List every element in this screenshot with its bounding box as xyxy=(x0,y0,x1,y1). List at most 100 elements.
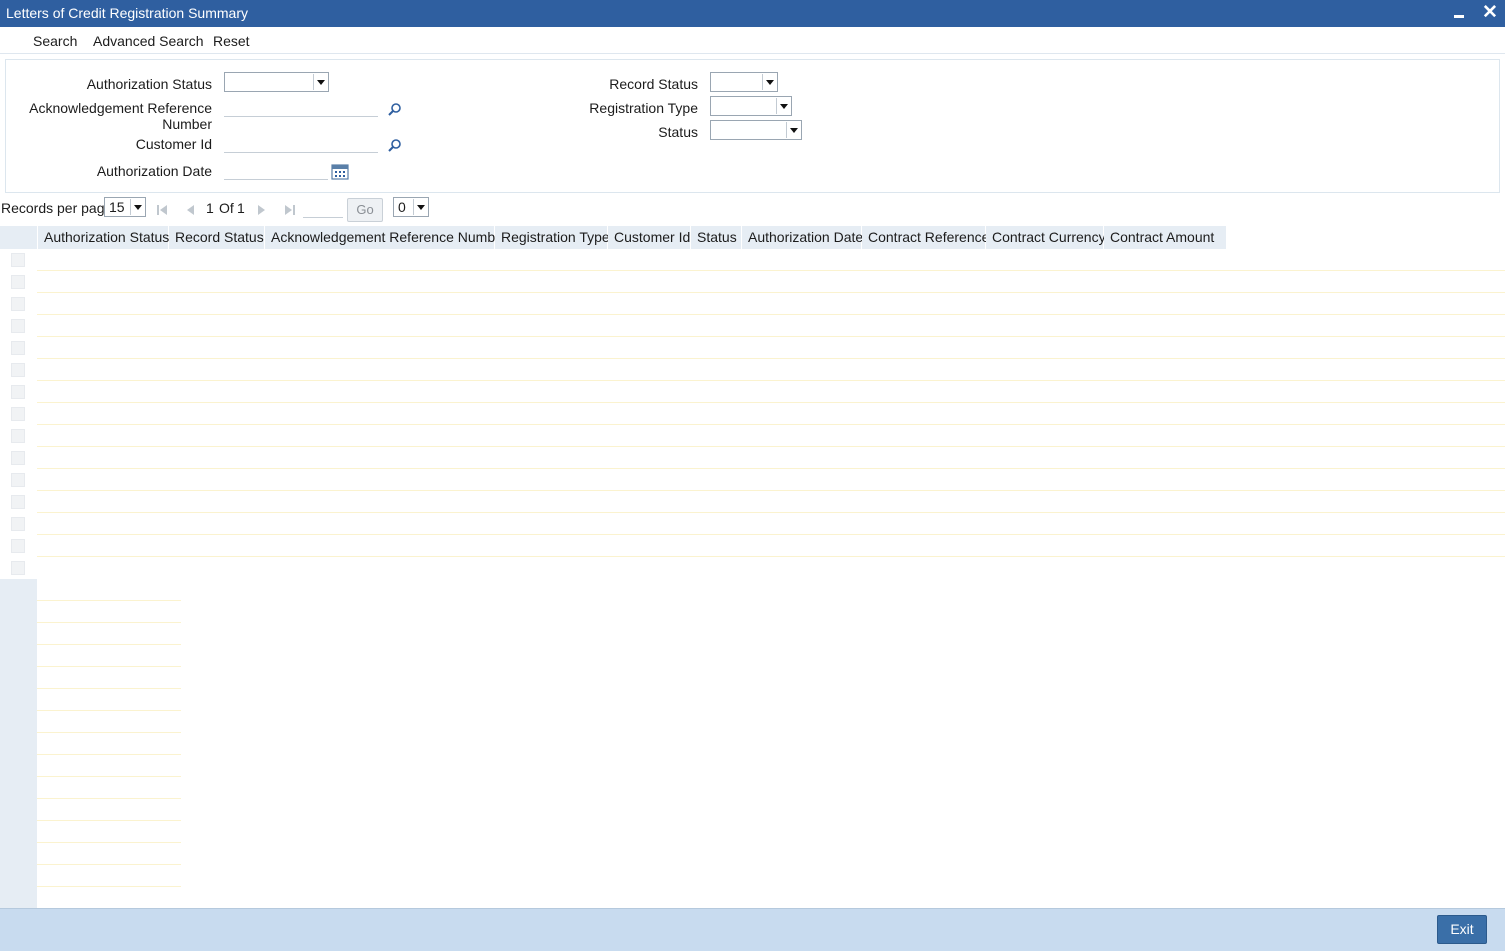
footer-bar: Exit xyxy=(0,908,1505,951)
row-checkbox[interactable] xyxy=(11,429,25,443)
table-row[interactable] xyxy=(0,315,1505,337)
ack-ref-number-label-line2: Number xyxy=(162,116,212,132)
authorization-date-input[interactable] xyxy=(224,160,328,180)
table-row[interactable] xyxy=(0,513,1505,535)
column-header-contract-amount[interactable]: Contract Amount xyxy=(1104,226,1227,249)
filler-line xyxy=(37,622,181,623)
column-header-record-status[interactable]: Record Status xyxy=(169,226,265,249)
page-of: Of xyxy=(219,200,234,216)
table-row[interactable] xyxy=(0,535,1505,557)
ack-ref-number-label-line1: Acknowledgement Reference xyxy=(29,100,212,116)
column-header-customer-id[interactable]: Customer Id xyxy=(608,226,691,249)
authorization-status-label: Authorization Status xyxy=(86,76,212,92)
exit-button[interactable]: Exit xyxy=(1437,915,1487,944)
table-row[interactable] xyxy=(0,425,1505,447)
customer-id-label: Customer Id xyxy=(135,136,212,152)
row-checkbox[interactable] xyxy=(11,517,25,531)
row-checkbox[interactable] xyxy=(11,407,25,421)
chevron-down-icon xyxy=(786,122,800,138)
chevron-down-icon xyxy=(313,74,327,90)
table-row[interactable] xyxy=(0,447,1505,469)
filler-line xyxy=(37,820,181,821)
filler-line xyxy=(37,864,181,865)
row-checkbox[interactable] xyxy=(11,495,25,509)
records-per-page-select[interactable]: 15 xyxy=(104,197,146,217)
table-row[interactable] xyxy=(0,271,1505,293)
row-checkbox[interactable] xyxy=(11,253,25,267)
filler-line xyxy=(37,666,181,667)
customer-id-input[interactable] xyxy=(224,133,378,153)
search-button[interactable]: Search xyxy=(33,33,77,49)
registration-type-label: Registration Type xyxy=(589,100,698,116)
table-row[interactable] xyxy=(0,293,1505,315)
previous-page-icon[interactable] xyxy=(184,204,196,216)
filler-line xyxy=(37,798,181,799)
close-icon[interactable]: ✕ xyxy=(1479,3,1501,23)
status-select[interactable] xyxy=(710,120,802,140)
column-header-contract-reference[interactable]: Contract Reference xyxy=(862,226,989,249)
row-checkbox[interactable] xyxy=(11,385,25,399)
select-all-column[interactable] xyxy=(0,226,38,249)
chevron-down-icon xyxy=(413,199,427,215)
page-current: 1 xyxy=(206,200,214,216)
table-row[interactable] xyxy=(0,249,1505,271)
column-header-contract-currency[interactable]: Contract Currency xyxy=(986,226,1106,249)
row-checkbox[interactable] xyxy=(11,363,25,377)
toolbar: Search Advanced Search Reset xyxy=(0,27,1505,54)
minimize-icon[interactable] xyxy=(1448,3,1470,23)
first-page-icon[interactable] xyxy=(156,204,168,216)
table-row[interactable] xyxy=(0,381,1505,403)
last-page-icon[interactable] xyxy=(284,204,296,216)
table-row[interactable] xyxy=(0,469,1505,491)
authorization-date-label: Authorization Date xyxy=(96,163,212,179)
ack-ref-number-input[interactable] xyxy=(224,97,378,117)
window-titlebar: Letters of Credit Registration Summary ✕ xyxy=(0,0,1505,27)
next-page-icon[interactable] xyxy=(256,204,268,216)
record-status-select[interactable] xyxy=(710,72,778,92)
chevron-down-icon xyxy=(776,98,790,114)
authorization-status-select[interactable] xyxy=(224,72,329,92)
calendar-icon[interactable] xyxy=(331,164,349,180)
table-row[interactable] xyxy=(0,491,1505,513)
reset-button[interactable]: Reset xyxy=(213,33,250,49)
registration-type-select[interactable] xyxy=(710,96,792,116)
filler-line xyxy=(37,886,181,887)
advanced-search-button[interactable]: Advanced Search xyxy=(93,33,204,49)
row-checkbox[interactable] xyxy=(11,275,25,289)
chevron-down-icon xyxy=(130,199,144,215)
table-row[interactable] xyxy=(0,337,1505,359)
record-status-label: Record Status xyxy=(609,76,698,92)
filler-line xyxy=(37,732,181,733)
filler-line xyxy=(37,688,181,689)
row-checkbox[interactable] xyxy=(11,539,25,553)
table-row[interactable] xyxy=(0,403,1505,425)
search-icon[interactable] xyxy=(387,102,403,118)
filler-line xyxy=(37,644,181,645)
row-checkbox[interactable] xyxy=(11,341,25,355)
column-header-registration-type[interactable]: Registration Type xyxy=(495,226,610,249)
column-header-ack-ref-number[interactable]: Acknowledgement Reference Number xyxy=(265,226,508,249)
page-select[interactable]: 0 xyxy=(393,197,429,217)
filler-line xyxy=(37,600,181,601)
row-checkbox[interactable] xyxy=(11,451,25,465)
go-button[interactable]: Go xyxy=(347,198,383,222)
column-header-authorization-status[interactable]: Authorization Status xyxy=(38,226,169,249)
row-checkbox[interactable] xyxy=(11,473,25,487)
search-icon[interactable] xyxy=(387,138,403,154)
row-checkbox[interactable] xyxy=(11,561,25,575)
row-checkbox[interactable] xyxy=(11,319,25,333)
table-row[interactable] xyxy=(0,557,1505,579)
row-checkbox[interactable] xyxy=(11,297,25,311)
chevron-down-icon xyxy=(762,74,776,90)
column-header-status[interactable]: Status xyxy=(691,226,742,249)
goto-page-input[interactable] xyxy=(303,197,343,217)
column-header-authorization-date[interactable]: Authorization Date xyxy=(742,226,863,249)
table-row[interactable] xyxy=(0,359,1505,381)
goto-page-underline xyxy=(303,217,343,218)
status-label: Status xyxy=(658,124,698,140)
filler-line xyxy=(37,754,181,755)
window-title: Letters of Credit Registration Summary xyxy=(6,5,248,21)
records-per-page-label: Records per page xyxy=(1,200,113,216)
grid-row-header-column xyxy=(0,579,37,908)
filler-line xyxy=(37,776,181,777)
